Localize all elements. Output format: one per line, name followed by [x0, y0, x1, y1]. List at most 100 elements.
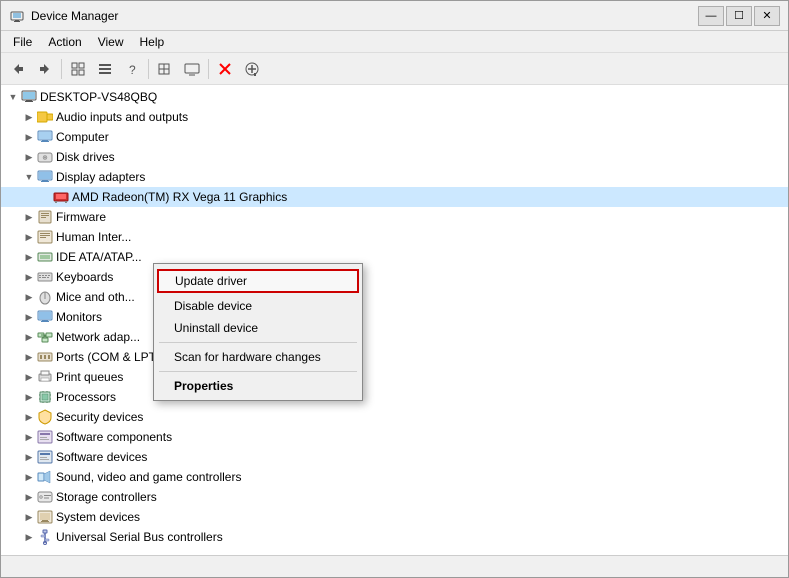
tree-processors[interactable]: ▶ Processors: [1, 387, 788, 407]
ctx-sep1: [159, 342, 357, 343]
tree-mice[interactable]: ▶ Mice and oth...: [1, 287, 788, 307]
ctx-scan-hardware[interactable]: Scan for hardware changes: [154, 346, 362, 368]
minimize-button[interactable]: —: [698, 6, 724, 26]
software-dev-expander[interactable]: ▶: [21, 449, 37, 465]
ide-icon: [37, 249, 53, 265]
tree-gpu[interactable]: ▶ AMD Radeon(TM) RX Vega 11 Graphics: [1, 187, 788, 207]
toolbar-help[interactable]: ?: [119, 56, 145, 82]
tree-ports[interactable]: ▶ Ports (COM & LPT): [1, 347, 788, 367]
network-expander[interactable]: ▶: [21, 329, 37, 345]
tree-print[interactable]: ▶ Print queues: [1, 367, 788, 387]
tree-usb[interactable]: ▶ Universal Serial Bus controllers: [1, 527, 788, 547]
human-expander[interactable]: ▶: [21, 229, 37, 245]
tree-network[interactable]: ▶ Network adap...: [1, 327, 788, 347]
keyboards-label: Keyboards: [56, 270, 113, 284]
close-button[interactable]: ✕: [754, 6, 780, 26]
menu-help[interactable]: Help: [132, 33, 173, 51]
system-expander[interactable]: ▶: [21, 509, 37, 525]
tree-security[interactable]: ▶ Security devices: [1, 407, 788, 427]
toolbar: ?: [1, 53, 788, 85]
toolbar-computer[interactable]: [179, 56, 205, 82]
toolbar-sep2: [148, 59, 149, 79]
device-tree[interactable]: ▼ DESKTOP-VS48QBQ ▶ Audio inputs: [1, 85, 788, 555]
software-comp-expander[interactable]: ▶: [21, 429, 37, 445]
monitors-label: Monitors: [56, 310, 102, 324]
audio-expander[interactable]: ▶: [21, 109, 37, 125]
window-title: Device Manager: [31, 9, 698, 23]
toolbar-remove[interactable]: [212, 56, 238, 82]
usb-label: Universal Serial Bus controllers: [56, 530, 223, 544]
security-expander[interactable]: ▶: [21, 409, 37, 425]
tree-audio[interactable]: ▶ Audio inputs and outputs: [1, 107, 788, 127]
software-comp-icon: [37, 429, 53, 445]
tree-ide[interactable]: ▶ IDE ATA/ATAP...: [1, 247, 788, 267]
toolbar-grid1[interactable]: [65, 56, 91, 82]
back-button[interactable]: [5, 56, 31, 82]
computer-device-icon: [37, 129, 53, 145]
firmware-expander[interactable]: ▶: [21, 209, 37, 225]
menu-view[interactable]: View: [90, 33, 132, 51]
human-icon: [37, 229, 53, 245]
ctx-disable-device[interactable]: Disable device: [154, 295, 362, 317]
mice-expander[interactable]: ▶: [21, 289, 37, 305]
root-label: DESKTOP-VS48QBQ: [40, 90, 157, 104]
ports-expander[interactable]: ▶: [21, 349, 37, 365]
ide-expander[interactable]: ▶: [21, 249, 37, 265]
ctx-update-driver[interactable]: Update driver: [157, 269, 359, 293]
ctx-disable-label: Disable device: [174, 299, 252, 313]
content-area: ▼ DESKTOP-VS48QBQ ▶ Audio inputs: [1, 85, 788, 555]
audio-icon: [37, 109, 53, 125]
svg-text:?: ?: [129, 63, 136, 76]
processors-label: Processors: [56, 390, 116, 404]
computer-expander[interactable]: ▶: [21, 129, 37, 145]
firmware-label: Firmware: [56, 210, 106, 224]
print-icon: [37, 369, 53, 385]
tree-keyboards[interactable]: ▶ Keyboards: [1, 267, 788, 287]
gpu-label: AMD Radeon(TM) RX Vega 11 Graphics: [72, 190, 287, 204]
sound-expander[interactable]: ▶: [21, 469, 37, 485]
software-dev-icon: [37, 449, 53, 465]
tree-system[interactable]: ▶ System devices: [1, 507, 788, 527]
print-expander[interactable]: ▶: [21, 369, 37, 385]
software-comp-label: Software components: [56, 430, 172, 444]
tree-software-dev[interactable]: ▶ Software devices: [1, 447, 788, 467]
root-expander[interactable]: ▼: [5, 89, 21, 105]
tree-software-comp[interactable]: ▶ Software components: [1, 427, 788, 447]
maximize-button[interactable]: ☐: [726, 6, 752, 26]
menu-file[interactable]: File: [5, 33, 40, 51]
tree-root[interactable]: ▼ DESKTOP-VS48QBQ: [1, 87, 788, 107]
window-icon: [9, 8, 25, 24]
display-expander[interactable]: ▼: [21, 169, 37, 185]
display-label: Display adapters: [56, 170, 145, 184]
forward-button[interactable]: [32, 56, 58, 82]
toolbar-list[interactable]: [152, 56, 178, 82]
ctx-uninstall-device[interactable]: Uninstall device: [154, 317, 362, 339]
ports-icon: [37, 349, 53, 365]
tree-sound[interactable]: ▶ Sound, video and game controllers: [1, 467, 788, 487]
computer-node-label: Computer: [56, 130, 109, 144]
toolbar-add[interactable]: [239, 56, 265, 82]
device-manager-window: Device Manager — ☐ ✕ File Action View He…: [0, 0, 789, 578]
tree-display[interactable]: ▼ Display adapters: [1, 167, 788, 187]
software-dev-label: Software devices: [56, 450, 147, 464]
toolbar-grid2[interactable]: [92, 56, 118, 82]
menu-action[interactable]: Action: [40, 33, 89, 51]
processors-icon: [37, 389, 53, 405]
tree-human[interactable]: ▶ Human Inter...: [1, 227, 788, 247]
ctx-properties[interactable]: Properties: [154, 375, 362, 397]
disk-icon: [37, 149, 53, 165]
storage-expander[interactable]: ▶: [21, 489, 37, 505]
tree-computer[interactable]: ▶ Computer: [1, 127, 788, 147]
keyboards-expander[interactable]: ▶: [21, 269, 37, 285]
tree-monitors[interactable]: ▶ Monitors: [1, 307, 788, 327]
status-bar: [1, 555, 788, 577]
disk-expander[interactable]: ▶: [21, 149, 37, 165]
tree-disk[interactable]: ▶ Disk drives: [1, 147, 788, 167]
tree-storage[interactable]: ▶ Storage controllers: [1, 487, 788, 507]
processors-expander[interactable]: ▶: [21, 389, 37, 405]
usb-expander[interactable]: ▶: [21, 529, 37, 545]
tree-firmware[interactable]: ▶ Firmware: [1, 207, 788, 227]
monitors-expander[interactable]: ▶: [21, 309, 37, 325]
storage-icon: [37, 489, 53, 505]
print-label: Print queues: [56, 370, 123, 384]
